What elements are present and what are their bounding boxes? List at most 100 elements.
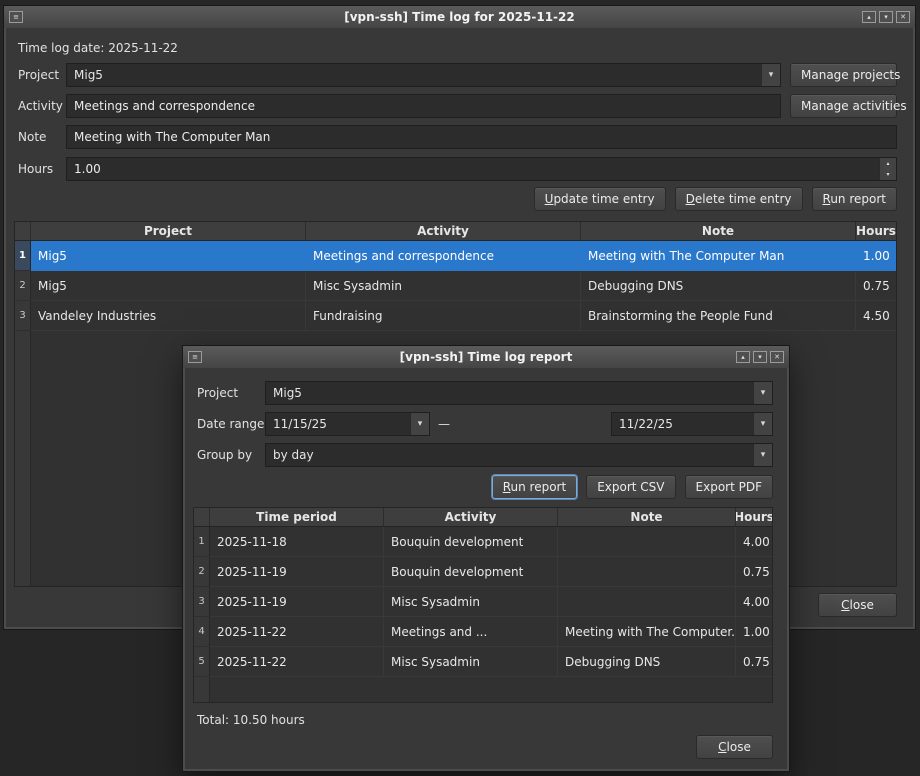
report-close-button[interactable]: Close (696, 735, 773, 759)
report-window-title: [vpn-ssh] Time log report (183, 350, 789, 364)
delete-entry-button[interactable]: Delete time entry (675, 187, 803, 211)
cell-hours[interactable]: 4.00 (736, 527, 772, 557)
cell-hours[interactable]: 4.50 (856, 301, 896, 331)
update-entry-button[interactable]: Update time entry (534, 187, 666, 211)
close-icon[interactable]: ✕ (770, 351, 784, 363)
report-client-area: Project Mig5 ▾ Date range 11/15/25 ▾ — 1… (185, 368, 787, 769)
header-project: Project (31, 222, 306, 240)
cell-activity[interactable]: Fundraising (306, 301, 581, 331)
cell-time-period[interactable]: 2025-11-18 (210, 527, 384, 557)
cell-note[interactable]: Debugging DNS (581, 271, 856, 301)
table-row[interactable]: 2 2025-11-19 Bouquin development 0.75 (194, 557, 772, 587)
cell-note[interactable]: Meeting with The Computer... (558, 617, 736, 647)
header-note: Note (558, 508, 736, 526)
cell-activity[interactable]: Misc Sysadmin (384, 647, 558, 677)
export-csv-button[interactable]: Export CSV (586, 475, 675, 499)
cell-project[interactable]: Vandeley Industries (31, 301, 306, 331)
cell-hours[interactable]: 0.75 (856, 271, 896, 301)
date-start-value: 11/15/25 (266, 417, 410, 431)
cell-note[interactable]: Debugging DNS (558, 647, 736, 677)
cell-activity[interactable]: Misc Sysadmin (384, 587, 558, 617)
activity-label: Activity (18, 94, 63, 118)
cell-note[interactable]: Brainstorming the People Fund (581, 301, 856, 331)
cell-activity[interactable]: Meetings and ... (384, 617, 558, 647)
header-activity: Activity (384, 508, 558, 526)
cell-hours[interactable]: 4.00 (736, 587, 772, 617)
report-window: ≡ [vpn-ssh] Time log report ▴ ▾ ✕ Projec… (183, 346, 789, 771)
export-pdf-button[interactable]: Export PDF (685, 475, 773, 499)
cell-hours[interactable]: 1.00 (856, 241, 896, 271)
report-table[interactable]: Time period Activity Note Hours 1 2025-1… (193, 507, 773, 703)
spinner-buttons[interactable]: ▴ ▾ (879, 158, 896, 180)
project-select[interactable]: Mig5 ▾ (66, 63, 781, 87)
row-index[interactable]: 1 (194, 527, 210, 557)
cell-time-period[interactable]: 2025-11-22 (210, 647, 384, 677)
note-input[interactable] (66, 125, 897, 149)
report-project-select[interactable]: Mig5 ▾ (265, 381, 773, 405)
cell-note[interactable] (558, 557, 736, 587)
close-button[interactable]: Close (818, 593, 897, 617)
row-index[interactable]: 4 (194, 617, 210, 647)
table-row[interactable]: 3 Vandeley Industries Fundraising Brains… (15, 301, 896, 331)
window-controls: ▴ ▾ ✕ (736, 351, 784, 363)
table-row[interactable]: 4 2025-11-22 Meetings and ... Meeting wi… (194, 617, 772, 647)
date-end-value: 11/22/25 (612, 417, 753, 431)
cell-project[interactable]: Mig5 (31, 241, 306, 271)
hours-input[interactable] (67, 158, 879, 180)
manage-projects-button[interactable]: Manage projects (790, 63, 897, 87)
close-icon[interactable]: ✕ (896, 11, 910, 23)
report-titlebar[interactable]: ≡ [vpn-ssh] Time log report ▴ ▾ ✕ (183, 346, 789, 368)
cell-project[interactable]: Mig5 (31, 271, 306, 301)
time-log-date-label: Time log date: 2025-11-22 (18, 41, 178, 55)
project-label: Project (18, 63, 59, 87)
cell-time-period[interactable]: 2025-11-19 (210, 557, 384, 587)
table-row[interactable]: 1 Mig5 Meetings and correspondence Meeti… (15, 241, 896, 271)
minimize-icon[interactable]: ▾ (879, 11, 893, 23)
date-end-select[interactable]: 11/22/25 ▾ (611, 412, 773, 436)
table-row[interactable]: 5 2025-11-22 Misc Sysadmin Debugging DNS… (194, 647, 772, 677)
header-time-period: Time period (210, 508, 384, 526)
cell-hours[interactable]: 0.75 (736, 647, 772, 677)
cell-note[interactable] (558, 587, 736, 617)
cell-time-period[interactable]: 2025-11-22 (210, 617, 384, 647)
hours-spinbox[interactable]: ▴ ▾ (66, 157, 897, 181)
table-row[interactable]: 1 2025-11-18 Bouquin development 4.00 (194, 527, 772, 557)
activity-input[interactable] (66, 94, 781, 118)
cell-activity[interactable]: Misc Sysadmin (306, 271, 581, 301)
desktop: ≡ [vpn-ssh] Time log for 2025-11-22 ▴ ▾ … (0, 0, 920, 776)
shade-icon[interactable]: ▴ (736, 351, 750, 363)
run-report-button[interactable]: Run report (812, 187, 898, 211)
cell-note[interactable] (558, 527, 736, 557)
cell-activity[interactable]: Meetings and correspondence (306, 241, 581, 271)
cell-activity[interactable]: Bouquin development (384, 557, 558, 587)
cell-hours[interactable]: 0.75 (736, 557, 772, 587)
cell-time-period[interactable]: 2025-11-19 (210, 587, 384, 617)
cell-hours[interactable]: 1.00 (736, 617, 772, 647)
hours-label: Hours (18, 157, 53, 181)
row-index[interactable]: 3 (15, 301, 31, 331)
minimize-icon[interactable]: ▾ (753, 351, 767, 363)
cell-note[interactable]: Meeting with The Computer Man (581, 241, 856, 271)
window-menu-icon[interactable]: ≡ (188, 351, 202, 363)
window-menu-icon[interactable]: ≡ (9, 11, 23, 23)
row-index[interactable]: 5 (194, 647, 210, 677)
row-index[interactable]: 2 (194, 557, 210, 587)
cell-activity[interactable]: Bouquin development (384, 527, 558, 557)
note-label: Note (18, 125, 46, 149)
manage-activities-button[interactable]: Manage activities (790, 94, 897, 118)
shade-icon[interactable]: ▴ (862, 11, 876, 23)
main-titlebar[interactable]: ≡ [vpn-ssh] Time log for 2025-11-22 ▴ ▾ … (4, 6, 915, 28)
table-row[interactable]: 2 Mig5 Misc Sysadmin Debugging DNS 0.75 (15, 271, 896, 301)
row-index[interactable]: 1 (15, 241, 31, 271)
date-start-select[interactable]: 11/15/25 ▾ (265, 412, 430, 436)
report-run-report-button[interactable]: Run report (492, 475, 578, 499)
chevron-down-icon: ▾ (753, 413, 772, 435)
row-index[interactable]: 3 (194, 587, 210, 617)
spin-up-icon[interactable]: ▴ (880, 158, 896, 169)
group-by-select[interactable]: by day ▾ (265, 443, 773, 467)
spin-down-icon[interactable]: ▾ (880, 169, 896, 180)
chevron-down-icon: ▾ (410, 413, 429, 435)
row-index[interactable]: 2 (15, 271, 31, 301)
header-note: Note (581, 222, 856, 240)
table-row[interactable]: 3 2025-11-19 Misc Sysadmin 4.00 (194, 587, 772, 617)
